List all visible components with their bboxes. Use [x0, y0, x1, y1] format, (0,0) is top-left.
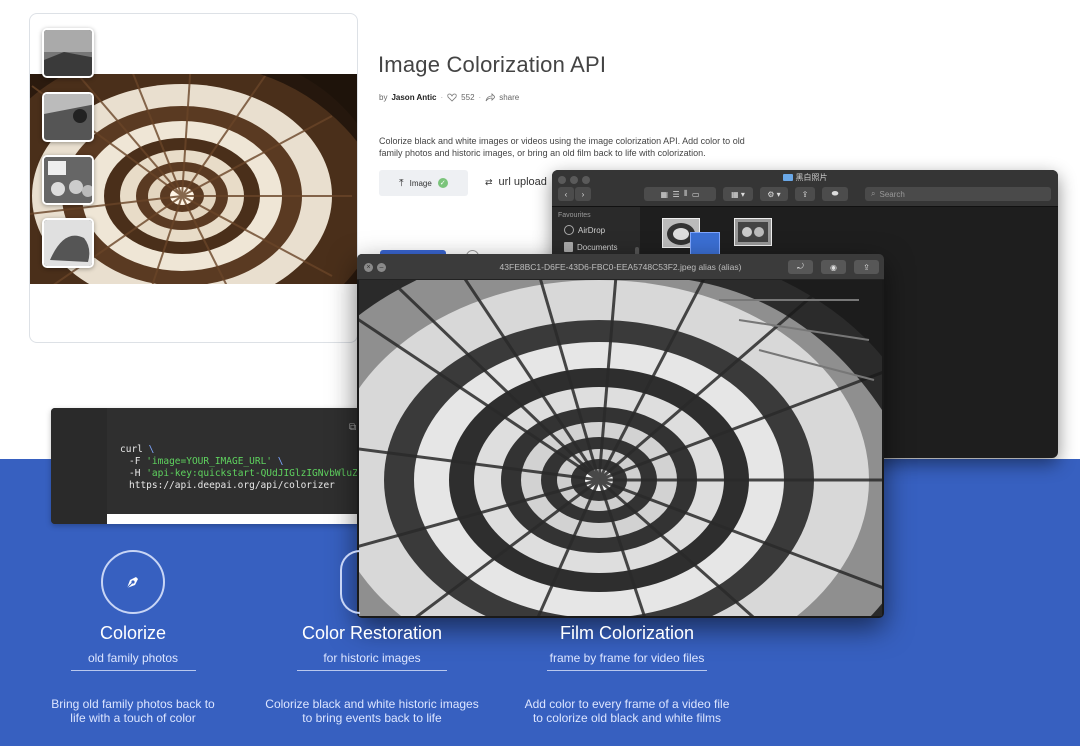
code-backslash: \: [277, 456, 284, 467]
code-line-2: -F 'image=YOUR_IMAGE_URL' \: [129, 456, 284, 467]
url-upload-button[interactable]: ⇄ url upload: [485, 176, 547, 188]
result-preview-card: [29, 13, 358, 343]
heart-icon[interactable]: [447, 93, 457, 102]
sidebar-item-documents[interactable]: Documents: [564, 242, 617, 252]
finder-share-button[interactable]: ⇪: [795, 187, 815, 201]
author-meta: by Jason Antic · 552 · share: [379, 93, 519, 102]
link-icon: ⇄: [485, 176, 493, 187]
airdrop-icon: [564, 225, 574, 235]
upload-icon: ⤒: [399, 177, 404, 189]
page-title: Image Colorization API: [378, 52, 607, 77]
feature-subtitle: for historic images: [297, 651, 447, 671]
url-upload-label: url upload: [498, 176, 547, 188]
author-link[interactable]: Jason Antic: [391, 93, 436, 102]
feature-description: Add color to every frame of a video file…: [524, 697, 730, 725]
search-icon: ⌕: [871, 189, 876, 198]
code-footer: [107, 514, 361, 524]
code-line-1: curl \: [120, 444, 154, 455]
feature-icon-circle: [101, 550, 165, 614]
likes-count: 552: [461, 93, 475, 102]
file-drag-icon[interactable]: [690, 232, 720, 256]
check-icon: ✓: [437, 178, 448, 188]
code-flag: -F: [129, 456, 141, 467]
rotate-icon[interactable]: ⤾: [788, 260, 813, 274]
code-line-3: -H 'api-key:quickstart-QUdJIGlzIGNvbWluZ…: [129, 468, 358, 479]
feature-colorize: Colorize old family photos Bring old fam…: [23, 550, 243, 725]
forward-button[interactable]: ›: [575, 187, 591, 201]
feature-subtitle: old family photos: [70, 651, 196, 671]
action-button[interactable]: ⚙ ▾: [760, 187, 788, 201]
finder-title-text: 黑白照片: [795, 173, 828, 182]
image-upload-label: Image: [409, 178, 432, 188]
sample-thumbnail-1[interactable]: [42, 28, 94, 78]
gallery-view-icon[interactable]: ▭: [692, 190, 700, 199]
share-icon[interactable]: [485, 93, 496, 102]
folder-icon: [782, 174, 793, 181]
sample-thumbnail-3[interactable]: [42, 155, 94, 205]
code-line-4: https://api.deepai.org/api/colorizer: [129, 480, 335, 491]
author-prefix: by: [379, 93, 388, 102]
code-string: 'api-key:quickstart-QUdJIGlzIGNvbWluZy4u…: [146, 468, 358, 479]
feature-title: Colorize: [99, 623, 167, 643]
view-mode-buttons[interactable]: ▦ ☰ ⫴ ▭: [644, 187, 716, 201]
code-curl: curl: [120, 444, 143, 455]
preview-toolbar: × – 43FE8BC1-D6FE-43D6-FBC0-EEA5748C53F2…: [357, 254, 884, 280]
markup-icon[interactable]: ◉: [821, 260, 846, 274]
sample-thumbnail-2[interactable]: [42, 92, 94, 142]
pen-icon: [126, 577, 138, 589]
finder-search-field[interactable]: ⌕ Search: [865, 187, 1051, 201]
copy-icon[interactable]: ⧉: [349, 422, 356, 433]
code-flag: -H: [129, 468, 141, 479]
finder-title: 黑白照片: [552, 172, 1058, 183]
sidebar-item-airdrop[interactable]: AirDrop: [564, 225, 605, 235]
sidebar-item-label: Documents: [577, 242, 618, 252]
meta-separator: ·: [440, 93, 444, 102]
feature-icon-circle-partial: [340, 550, 360, 614]
meta-separator: ·: [478, 93, 482, 102]
feature-subtitle: frame by frame for video files: [547, 651, 707, 671]
document-icon: [564, 242, 573, 252]
feature-title: Film Colorization: [559, 623, 695, 643]
group-button[interactable]: ▦ ▾: [723, 187, 753, 201]
image-upload-button[interactable]: ⤒ Image ✓: [379, 170, 468, 196]
code-string: 'image=YOUR_IMAGE_URL': [146, 456, 273, 467]
file-thumbnail-2[interactable]: [734, 218, 772, 246]
feature-description: Colorize black and white historic images…: [265, 697, 479, 725]
code-backslash: \: [148, 444, 155, 455]
column-view-icon[interactable]: ⫴: [684, 189, 687, 199]
code-gutter: [51, 408, 107, 524]
feature-description: Bring old family photos back to life wit…: [51, 697, 215, 725]
search-placeholder: Search: [879, 189, 905, 199]
list-view-icon[interactable]: ☰: [673, 190, 680, 199]
feature-color-restoration: Color Restoration for historic images Co…: [262, 550, 482, 725]
tag-button[interactable]: ⬬: [822, 187, 848, 201]
preview-share-icon[interactable]: ⇪: [854, 260, 879, 274]
back-button[interactable]: ‹: [558, 187, 574, 201]
icon-view-icon[interactable]: ▦: [660, 190, 668, 199]
sample-thumbnail-4[interactable]: [42, 218, 94, 268]
feature-title: Color Restoration: [301, 623, 443, 643]
sidebar-header: Favourites: [558, 212, 591, 219]
sidebar-item-label: AirDrop: [578, 225, 606, 235]
share-link[interactable]: share: [499, 93, 519, 102]
feature-film-colorization: Film Colorization frame by frame for vid…: [517, 550, 737, 725]
finder-toolbar: 黑白照片 ‹ › ▦ ☰ ⫴ ▭ ▦ ▾ ⚙ ▾ ⇪ ⬬ ⌕ Search: [552, 170, 1058, 207]
api-description: Colorize black and white images or video…: [379, 136, 745, 158]
